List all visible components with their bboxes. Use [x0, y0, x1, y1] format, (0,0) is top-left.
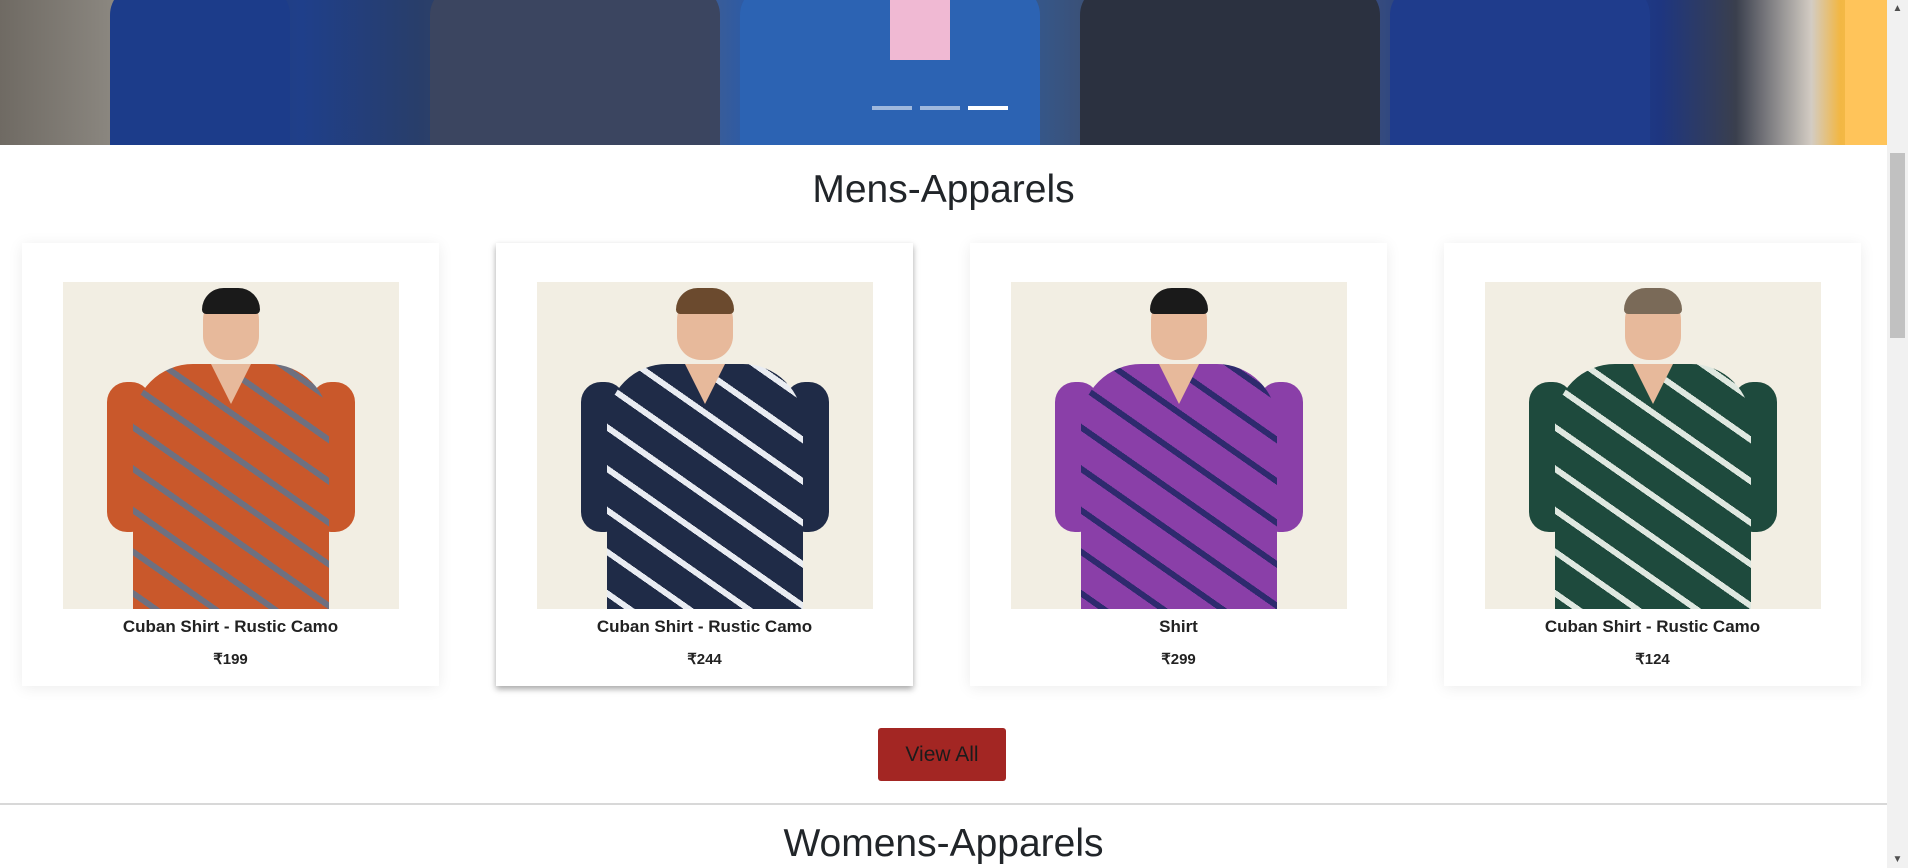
carousel-indicator-3[interactable]: [968, 106, 1008, 110]
product-name[interactable]: Cuban Shirt - Rustic Camo: [1444, 617, 1861, 637]
banner-person: [1390, 0, 1650, 145]
banner-person: [110, 0, 290, 145]
banner-person: [430, 0, 720, 145]
product-card[interactable]: Cuban Shirt - Rustic Camo ₹199: [22, 243, 439, 686]
view-all-button[interactable]: View All: [878, 728, 1006, 781]
carousel-indicator-2[interactable]: [920, 106, 960, 110]
banner-shirt-detail: [890, 0, 950, 60]
scroll-up-arrow-icon[interactable]: ▲: [1887, 0, 1908, 17]
product-grid: Cuban Shirt - Rustic Camo ₹199 Cuban Shi…: [22, 243, 1862, 688]
section-divider: [0, 803, 1887, 805]
model-hair: [676, 288, 734, 314]
product-name[interactable]: Cuban Shirt - Rustic Camo: [496, 617, 913, 637]
model-hair: [1150, 288, 1208, 314]
product-name[interactable]: Shirt: [970, 617, 1387, 637]
vertical-scrollbar[interactable]: ▲ ▼: [1887, 0, 1908, 868]
product-card[interactable]: Cuban Shirt - Rustic Camo ₹244: [496, 243, 913, 686]
scroll-down-arrow-icon[interactable]: ▼: [1887, 851, 1908, 868]
product-price: ₹299: [1161, 651, 1196, 668]
banner-edge: [1845, 0, 1887, 145]
product-image[interactable]: [1485, 282, 1821, 609]
product-image[interactable]: [537, 282, 873, 609]
page: Mens-Apparels Cuban Shirt - Rustic Camo …: [0, 0, 1887, 868]
model-hair: [202, 288, 260, 314]
product-image[interactable]: [1011, 282, 1347, 609]
womens-section-title: Womens-Apparels: [783, 822, 1104, 865]
product-name[interactable]: Cuban Shirt - Rustic Camo: [22, 617, 439, 637]
product-price: ₹199: [213, 651, 248, 668]
scrollbar-thumb[interactable]: [1890, 153, 1905, 338]
carousel-indicator-1[interactable]: [872, 106, 912, 110]
product-card[interactable]: Shirt ₹299: [970, 243, 1387, 686]
banner-person: [1080, 0, 1380, 145]
product-image[interactable]: [63, 282, 399, 609]
model-hair: [1624, 288, 1682, 314]
product-price: ₹124: [1635, 651, 1670, 668]
carousel-indicators: [872, 106, 1008, 110]
product-price: ₹244: [687, 651, 722, 668]
mens-section-title: Mens-Apparels: [812, 168, 1075, 211]
hero-banner[interactable]: [0, 0, 1887, 145]
product-card[interactable]: Cuban Shirt - Rustic Camo ₹124: [1444, 243, 1861, 686]
